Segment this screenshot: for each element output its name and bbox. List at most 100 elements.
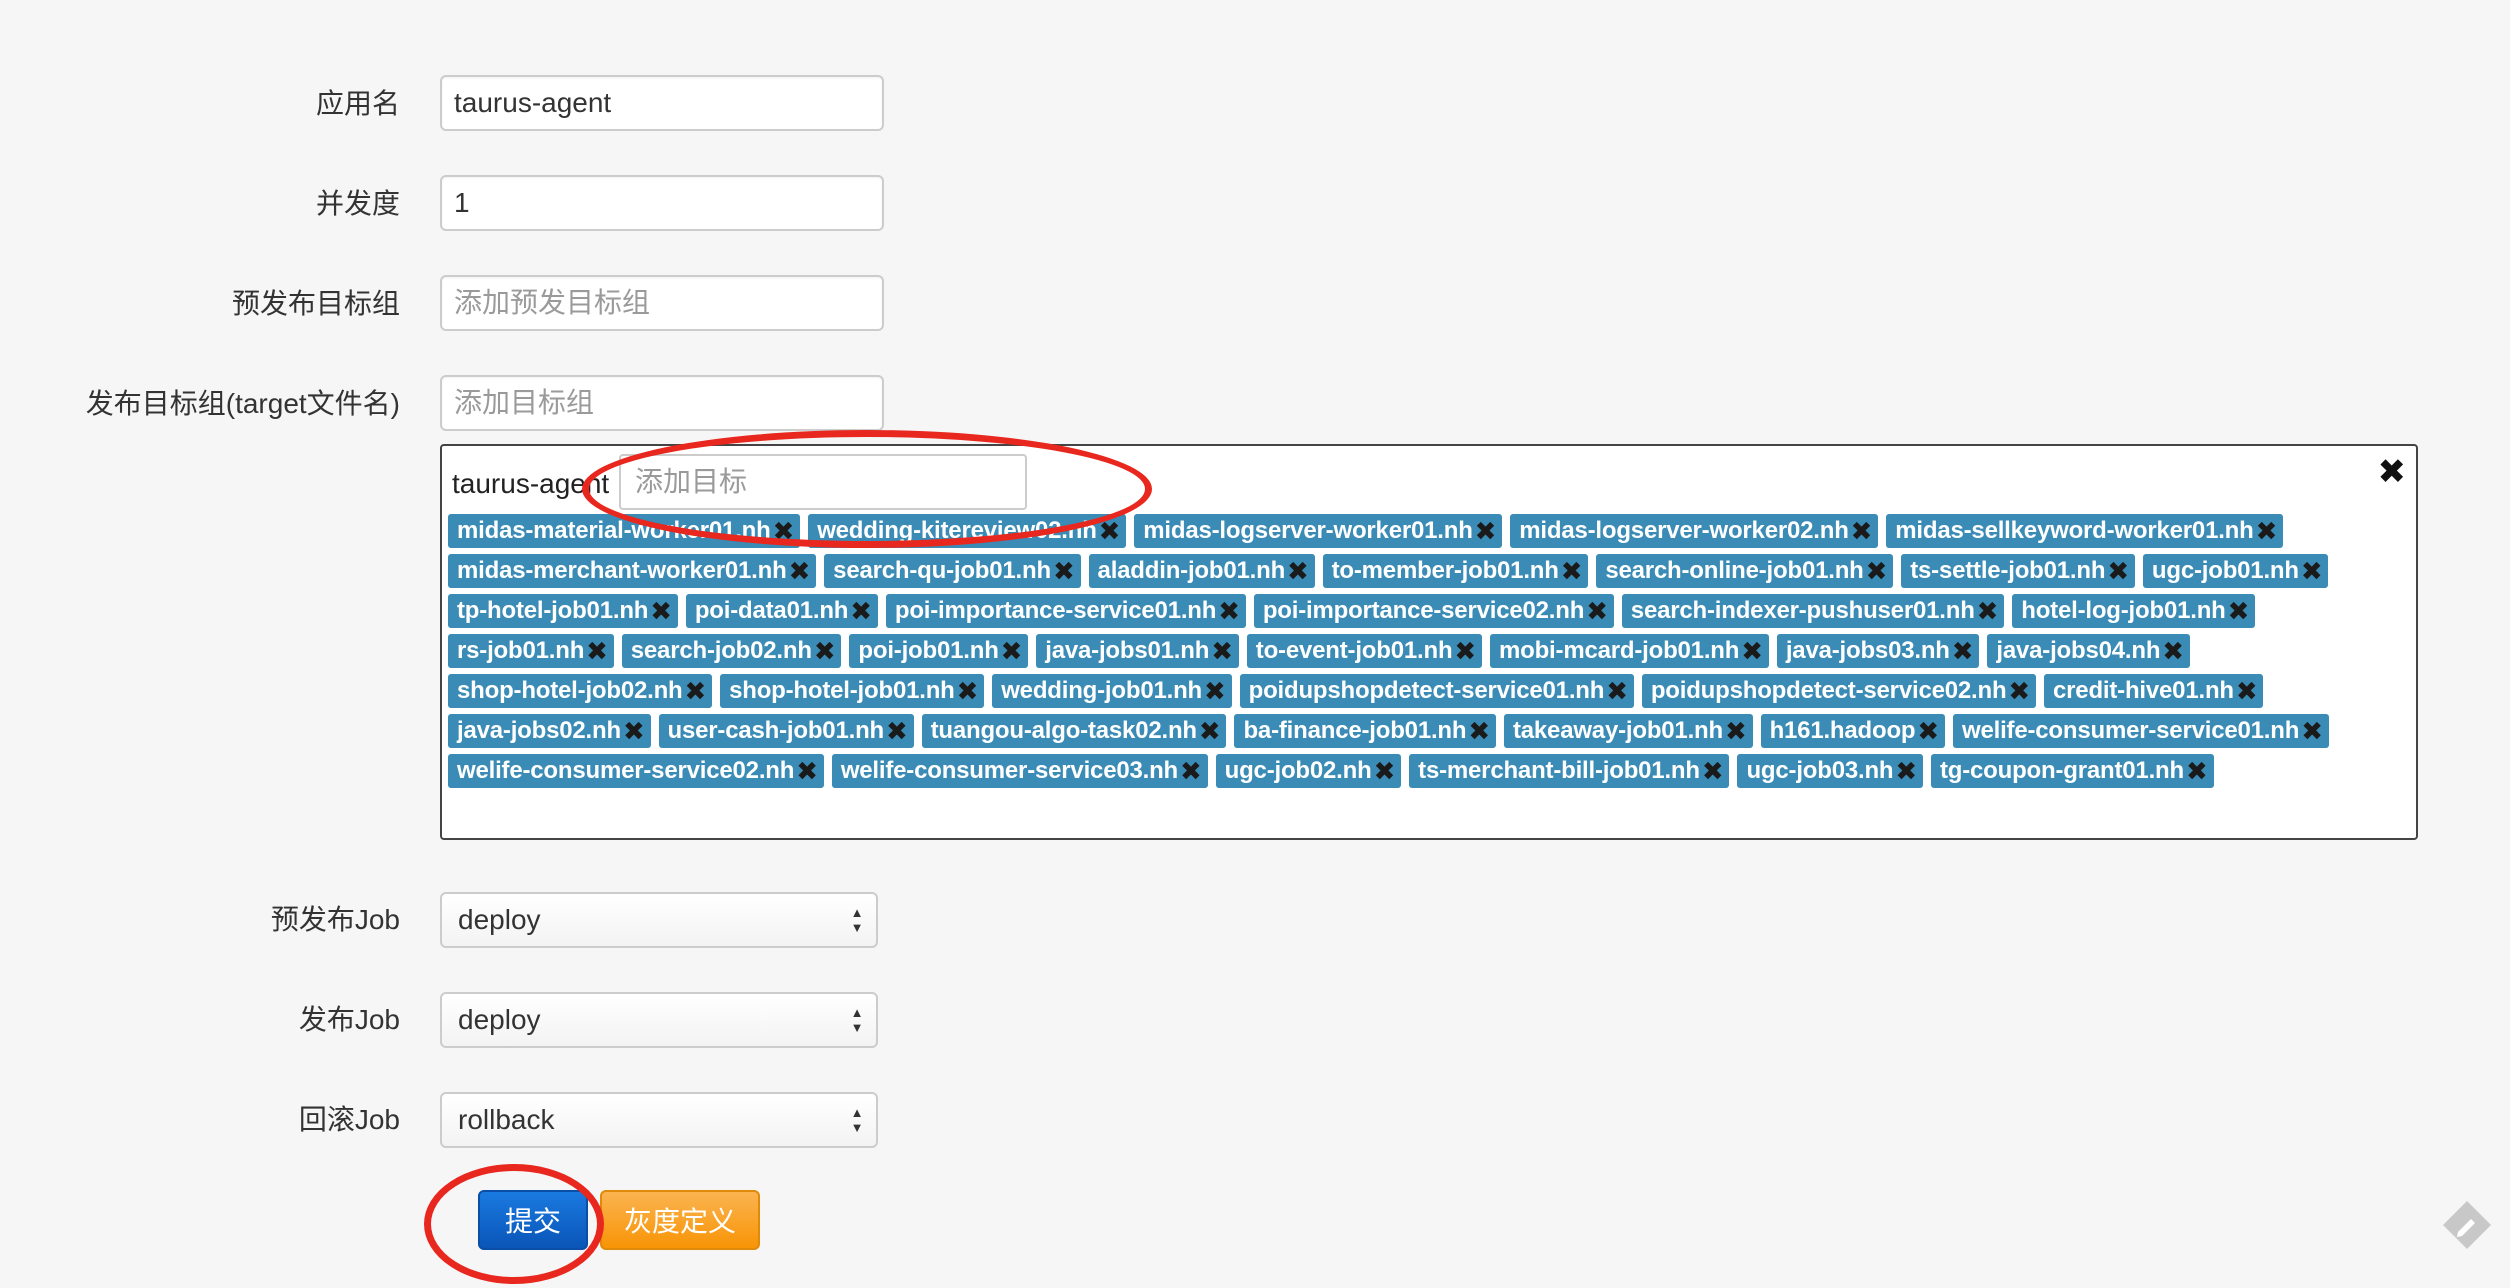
target-tag: java-jobs01.nh ✖ xyxy=(1036,634,1239,668)
close-icon[interactable]: ✖ xyxy=(2378,452,2407,492)
job-value: deploy xyxy=(458,1004,541,1035)
remove-tag-icon[interactable]: ✖ xyxy=(2228,596,2250,626)
remove-tag-icon[interactable]: ✖ xyxy=(1586,596,1608,626)
remove-tag-icon[interactable]: ✖ xyxy=(1475,516,1497,546)
target-tag: midas-material-worker01.nh ✖ xyxy=(448,514,801,548)
target-tag-label: poi-data01.nh xyxy=(694,597,849,624)
job-select[interactable]: deploy ▲ ▼ xyxy=(440,992,878,1048)
app-name-input[interactable] xyxy=(440,75,884,131)
target-tag-label: ts-merchant-bill-job01.nh xyxy=(1418,757,1700,784)
remove-tag-icon[interactable]: ✖ xyxy=(1725,716,1747,746)
remove-tag-icon[interactable]: ✖ xyxy=(2301,556,2323,586)
rollback-job-select[interactable]: rollback ▲ ▼ xyxy=(440,1092,878,1148)
target-tag-label: poi-importance-service02.nh xyxy=(1262,597,1585,624)
target-tag: java-jobs03.nh ✖ xyxy=(1776,634,1980,668)
target-tag: ba-finance-job01.nh ✖ xyxy=(1234,714,1496,748)
remove-tag-icon[interactable]: ✖ xyxy=(623,716,645,746)
remove-tag-icon[interactable]: ✖ xyxy=(685,676,707,706)
remove-tag-icon[interactable]: ✖ xyxy=(1952,636,1974,666)
remove-tag-icon[interactable]: ✖ xyxy=(1204,676,1226,706)
remove-tag-icon[interactable]: ✖ xyxy=(650,596,672,626)
remove-tag-icon[interactable]: ✖ xyxy=(1180,756,1202,786)
remove-tag-icon[interactable]: ✖ xyxy=(586,636,608,666)
pre-job-value: deploy xyxy=(458,904,541,935)
submit-button[interactable]: 提交 xyxy=(478,1190,588,1250)
concurrency-input[interactable] xyxy=(440,175,884,231)
target-tag-label: poidupshopdetect-service01.nh xyxy=(1248,677,1605,704)
remove-tag-icon[interactable]: ✖ xyxy=(1977,596,1999,626)
target-tag-label: ugc-job03.nh xyxy=(1746,757,1894,784)
job-label: 发布Job xyxy=(298,1004,400,1035)
target-tag: wedding-job01.nh ✖ xyxy=(992,674,1232,708)
remove-tag-icon[interactable]: ✖ xyxy=(1199,716,1221,746)
target-tag: shop-hotel-job01.nh ✖ xyxy=(720,674,985,708)
remove-tag-icon[interactable]: ✖ xyxy=(2008,676,2030,706)
remove-tag-icon[interactable]: ✖ xyxy=(814,636,836,666)
target-tag: mobi-mcard-job01.nh ✖ xyxy=(1490,634,1769,668)
remove-tag-icon[interactable]: ✖ xyxy=(1917,716,1939,746)
remove-tag-icon[interactable]: ✖ xyxy=(1895,756,1917,786)
target-group-input[interactable] xyxy=(440,375,884,431)
remove-tag-icon[interactable]: ✖ xyxy=(1561,556,1583,586)
target-tag: poidupshopdetect-service01.nh ✖ xyxy=(1239,674,1634,708)
deploy-config-form: 应用名 并发度 预发布目标组 发布目标组(target文件名) taurus-a… xyxy=(0,0,2510,1288)
target-tag: midas-logserver-worker01.nh ✖ xyxy=(1134,514,1503,548)
remove-tag-icon[interactable]: ✖ xyxy=(1606,676,1628,706)
select-arrows-icon: ▲ ▼ xyxy=(850,1105,864,1135)
target-tag: poidupshopdetect-service02.nh ✖ xyxy=(1641,674,2037,708)
target-tag: to-event-job01.nh ✖ xyxy=(1246,634,1482,668)
target-tag: shop-hotel-job02.nh ✖ xyxy=(448,674,713,708)
remove-tag-icon[interactable]: ✖ xyxy=(1218,596,1240,626)
remove-tag-icon[interactable]: ✖ xyxy=(789,556,811,586)
target-tag-label: credit-hive01.nh xyxy=(2053,677,2234,704)
remove-tag-icon[interactable]: ✖ xyxy=(1851,516,1873,546)
remove-tag-icon[interactable]: ✖ xyxy=(1001,636,1023,666)
remove-tag-icon[interactable]: ✖ xyxy=(850,596,872,626)
remove-tag-icon[interactable]: ✖ xyxy=(2162,636,2184,666)
pre-target-group-input[interactable] xyxy=(440,275,884,331)
remove-tag-icon[interactable]: ✖ xyxy=(1211,636,1233,666)
target-tag-label: takeaway-job01.nh xyxy=(1512,717,1723,744)
remove-tag-icon[interactable]: ✖ xyxy=(1053,556,1075,586)
remove-tag-icon[interactable]: ✖ xyxy=(2186,756,2208,786)
target-tag-label: midas-merchant-worker01.nh xyxy=(457,557,787,584)
remove-tag-icon[interactable]: ✖ xyxy=(1468,716,1490,746)
remove-tag-icon[interactable]: ✖ xyxy=(1287,556,1309,586)
target-tag: java-jobs02.nh ✖ xyxy=(448,714,651,748)
remove-tag-icon[interactable]: ✖ xyxy=(2236,676,2258,706)
target-tag-label: ugc-job01.nh xyxy=(2151,557,2299,584)
remove-tag-icon[interactable]: ✖ xyxy=(796,756,818,786)
remove-tag-icon[interactable]: ✖ xyxy=(2301,716,2323,746)
add-target-input[interactable] xyxy=(619,454,1027,510)
target-tag-label: rs-job01.nh xyxy=(457,637,585,664)
remove-tag-icon[interactable]: ✖ xyxy=(1099,516,1121,546)
remove-tag-icon[interactable]: ✖ xyxy=(1866,556,1888,586)
select-arrows-icon: ▲ ▼ xyxy=(850,905,864,935)
remove-tag-icon[interactable]: ✖ xyxy=(1374,756,1396,786)
group-name: taurus-agent xyxy=(452,468,610,499)
remove-tag-icon[interactable]: ✖ xyxy=(886,716,908,746)
target-tag-label: search-indexer-pushuser01.nh xyxy=(1630,597,1975,624)
pre-job-select[interactable]: deploy ▲ ▼ xyxy=(440,892,878,948)
remove-tag-icon[interactable]: ✖ xyxy=(773,516,795,546)
target-tag-label: welife-consumer-service02.nh xyxy=(457,757,795,784)
remove-tag-icon[interactable]: ✖ xyxy=(1702,756,1724,786)
remove-tag-icon[interactable]: ✖ xyxy=(1454,636,1476,666)
target-tag: hotel-log-job01.nh ✖ xyxy=(2012,594,2256,628)
target-tag-label: tp-hotel-job01.nh xyxy=(457,597,649,624)
remove-tag-icon[interactable]: ✖ xyxy=(1741,636,1763,666)
target-tag: ugc-job03.nh ✖ xyxy=(1737,754,1923,788)
app-name-label: 应用名 xyxy=(315,88,400,119)
target-tag: tp-hotel-job01.nh ✖ xyxy=(448,594,678,628)
target-tag: welife-consumer-service01.nh ✖ xyxy=(1952,714,2329,748)
remove-tag-icon[interactable]: ✖ xyxy=(2107,556,2129,586)
remove-tag-icon[interactable]: ✖ xyxy=(957,676,979,706)
target-group-label: 发布目标组(target文件名) xyxy=(85,388,400,419)
target-tag: welife-consumer-service02.nh ✖ xyxy=(448,754,824,788)
target-tag-label: java-jobs04.nh xyxy=(1996,637,2161,664)
target-tag-label: mobi-mcard-job01.nh xyxy=(1499,637,1740,664)
target-tag-list: midas-material-worker01.nh ✖ wedding-kiter… xyxy=(448,514,2408,788)
target-tag-label: poi-job01.nh xyxy=(858,637,999,664)
remove-tag-icon[interactable]: ✖ xyxy=(2256,516,2278,546)
gray-define-button[interactable]: 灰度定义 xyxy=(600,1190,760,1250)
